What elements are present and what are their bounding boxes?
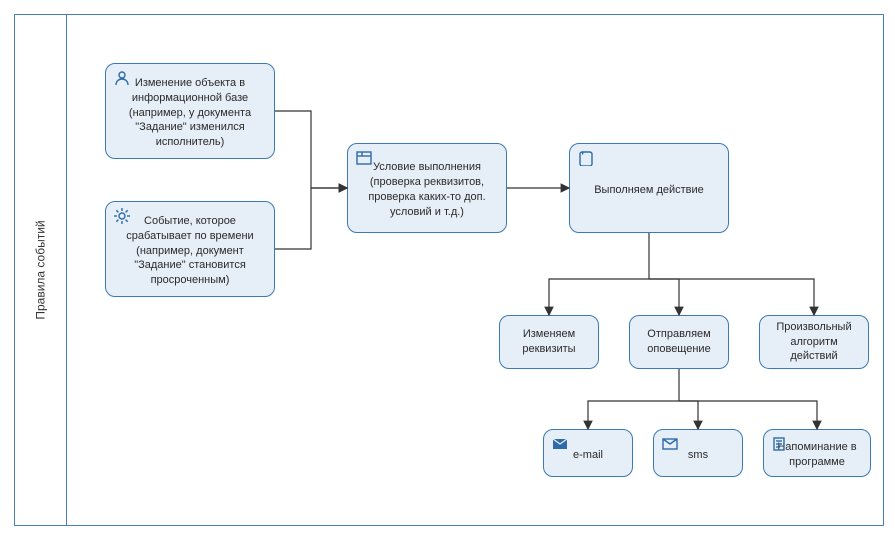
form-icon — [356, 150, 372, 166]
node-send-notification[interactable]: Отправляем оповещение — [629, 315, 729, 369]
gear-icon — [114, 208, 130, 224]
diagram-canvas: Правила событий Изменение объекта в инфо… — [14, 14, 884, 526]
node-custom-algorithm[interactable]: Произвольный алгоритм действий — [759, 315, 869, 369]
node-condition[interactable]: Условие выполнения (проверка реквизитов,… — [347, 143, 507, 233]
mail-outline-icon — [662, 436, 678, 452]
script-icon — [578, 150, 594, 166]
node-label: Изменение объекта в информационной базе … — [116, 76, 264, 150]
node-sms[interactable]: sms — [653, 429, 743, 477]
mail-filled-icon — [552, 436, 568, 452]
node-action[interactable]: Выполняем действие — [569, 143, 729, 233]
node-change-requisites[interactable]: Изменяем реквизиты — [499, 315, 599, 369]
lane-title: Правила событий — [34, 220, 48, 319]
node-label: Событие, которое срабатывает по времени … — [116, 214, 264, 288]
swimlane-header: Правила событий — [15, 15, 67, 525]
node-label: Отправляем оповещение — [640, 327, 718, 357]
node-change-object[interactable]: Изменение объекта в информационной базе … — [105, 63, 275, 159]
note-icon — [772, 436, 788, 452]
node-reminder[interactable]: Напоминание в программе — [763, 429, 871, 477]
node-label: Выполняем действие — [580, 183, 718, 198]
node-timed-event[interactable]: Событие, которое срабатывает по времени … — [105, 201, 275, 297]
node-label: Произвольный алгоритм действий — [770, 320, 858, 365]
node-email[interactable]: e-mail — [543, 429, 633, 477]
node-label: Условие выполнения (проверка реквизитов,… — [358, 160, 496, 219]
node-label: Изменяем реквизиты — [510, 327, 588, 357]
person-icon — [114, 70, 130, 86]
